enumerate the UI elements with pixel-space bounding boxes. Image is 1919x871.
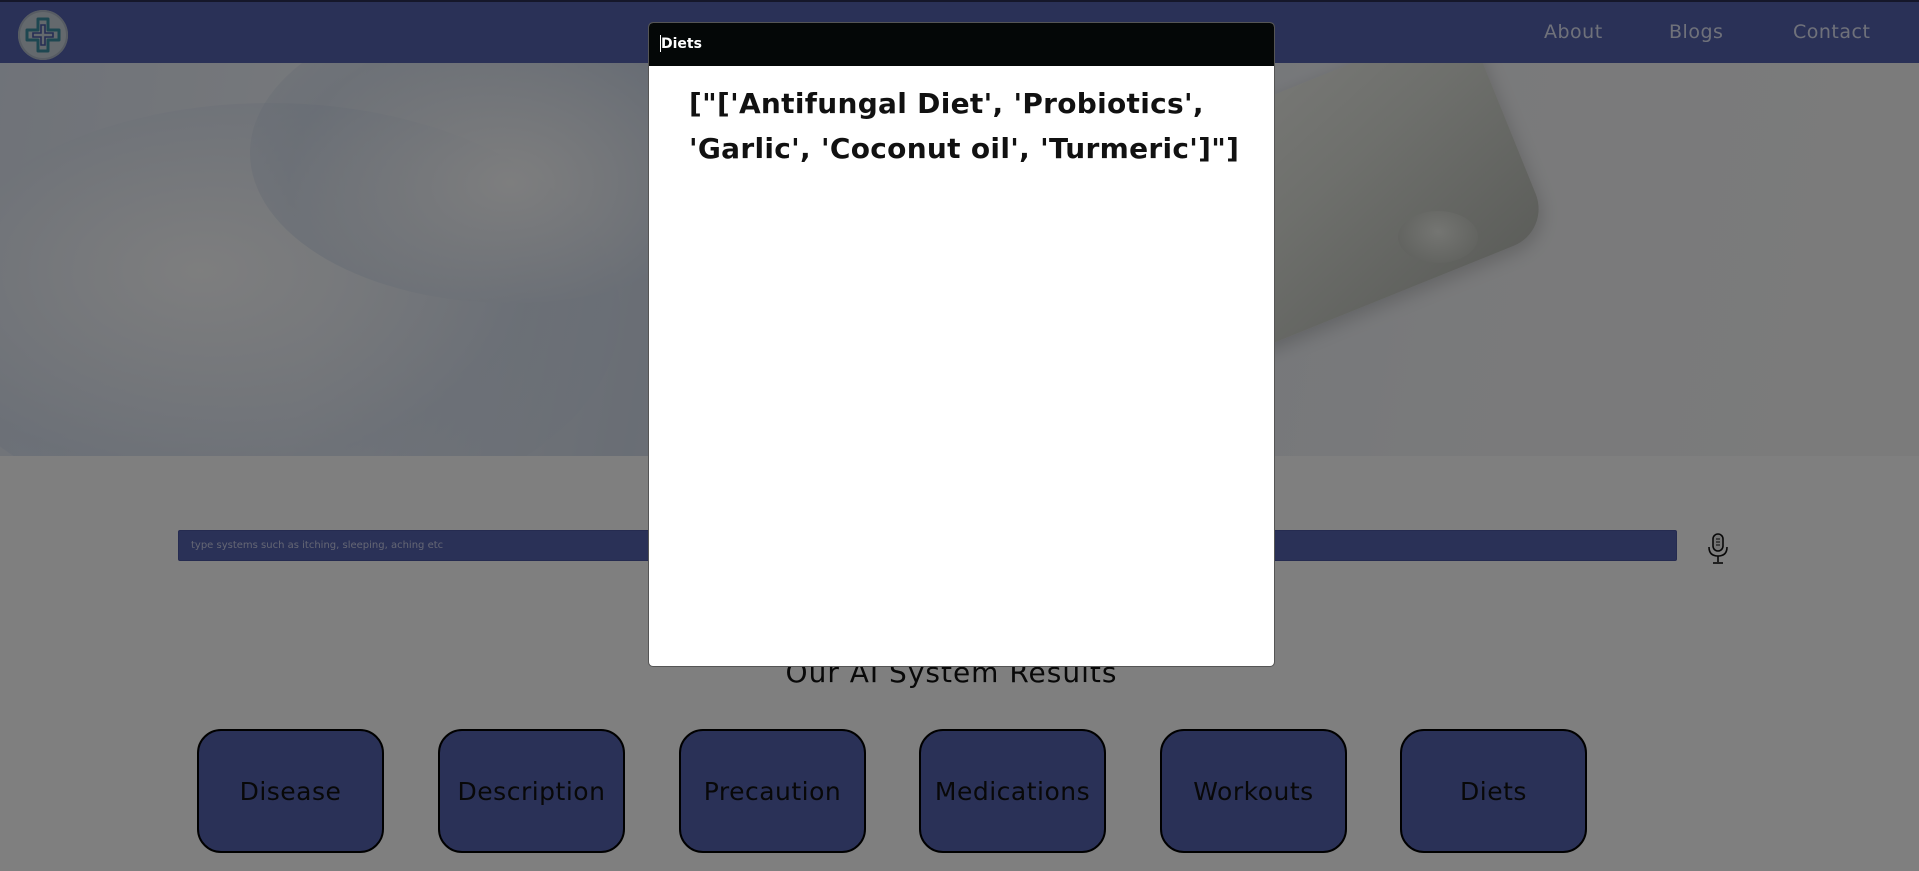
page: About Blogs Contact Our AI System Result… <box>0 0 1919 871</box>
modal-body-text: ["['Antifungal Diet', 'Probiotics', 'Gar… <box>689 87 1240 165</box>
modal-header: Diets <box>649 23 1274 66</box>
modal-title: Diets <box>661 36 702 52</box>
diets-modal: Diets ["['Antifungal Diet', 'Probiotics'… <box>648 22 1275 667</box>
